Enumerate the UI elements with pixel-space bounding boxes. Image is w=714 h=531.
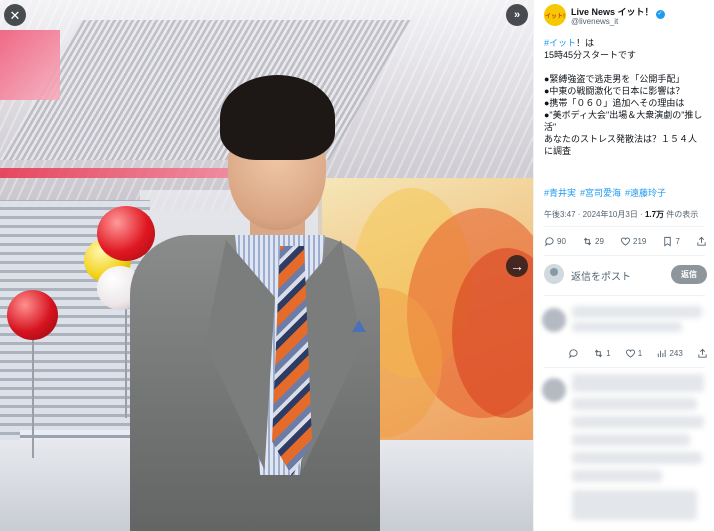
retweet-button[interactable]: 29: [582, 236, 604, 247]
tweet-text: #イット！は 15時45分スタートです ●緊縛強盗で逃走男を「公開手配」 ●中東…: [544, 37, 712, 157]
tweet-line: あなたのストレス発散法は？１５４人: [544, 134, 698, 144]
avatar[interactable]: イット!: [544, 4, 566, 26]
blurred-content: [572, 470, 662, 482]
blurred-content: [572, 434, 690, 446]
tweet-line: ●"美ボディ大会"出場＆大衆演劇の"推し: [544, 110, 703, 120]
share-button[interactable]: [697, 348, 708, 359]
blurred-content: [572, 374, 704, 392]
bookmark-icon: [664, 236, 672, 247]
tweet-line: ●携帯「０６０」追加へその理由は: [544, 98, 685, 108]
blurred-content: [572, 306, 702, 318]
reply-input[interactable]: 返信をポスト: [571, 268, 631, 283]
share-icon: [698, 348, 707, 358]
hashtag-link[interactable]: #イット: [544, 38, 576, 48]
tweet-panel: イット! Live News イット！ ✓ @livenews_it #イット！は…: [533, 0, 714, 531]
person-photo: [120, 70, 380, 531]
tweet-line: ●中東の戦闘激化で日本に影響は？: [544, 86, 685, 96]
red-balloon: [7, 290, 58, 340]
expand-panel-button[interactable]: »: [506, 4, 528, 26]
reply-icon: [569, 349, 578, 359]
like-count: 1: [637, 349, 643, 358]
heart-icon: [625, 349, 635, 358]
retweet-count: 29: [595, 237, 604, 246]
blurred-content: [572, 322, 682, 332]
share-icon: [697, 236, 706, 246]
balloon-stand: [32, 338, 34, 458]
tweet-line-gap: [544, 61, 712, 73]
user-avatar: [544, 264, 564, 284]
arrow-right-icon: →: [510, 258, 524, 274]
reply-count: 90: [557, 237, 566, 246]
share-button[interactable]: [696, 236, 707, 247]
retweet-icon: [583, 237, 592, 246]
expand-right-icon: »: [513, 8, 521, 21]
reply-submit-button[interactable]: 返信: [671, 265, 707, 284]
blurred-content: [572, 452, 702, 464]
next-image-button[interactable]: →: [506, 255, 528, 277]
reply-avatar-blurred: [542, 378, 566, 402]
blurred-content: [572, 398, 697, 410]
reply-actions: 1 1 243: [568, 348, 708, 359]
reply-compose: 返信をポスト 返信: [544, 264, 709, 286]
blurred-content: [572, 416, 704, 428]
tweet-line: 活": [544, 122, 557, 132]
tweet-author[interactable]: イット! Live News イット！ ✓ @livenews_it: [544, 4, 712, 30]
views-icon: [658, 349, 667, 358]
hashtag-link[interactable]: #遠藤玲子: [625, 188, 666, 198]
divider: [544, 226, 705, 227]
blurred-content: [572, 490, 697, 520]
media-viewer[interactable]: ✕ » →: [0, 0, 533, 531]
tweet-meta: 午後3:47 · 2024年10月3日 · 1.7万 件の表示: [544, 209, 698, 220]
hashtag-list: #青井実 #宮司愛海 #遠藤玲子: [544, 186, 670, 199]
tweet-line: ●緊縛強盗で逃走男を「公開手配」: [544, 74, 685, 84]
views-count: 243: [669, 349, 683, 358]
reply-button[interactable]: 90: [544, 236, 566, 247]
tweet-actions: 90 29 219 7: [544, 236, 707, 247]
app-root: ✕ » → イット! Live News イット！ ✓ @livenews_it …: [0, 0, 714, 531]
verified-icon: ✓: [655, 10, 665, 19]
tweet-line: に調査: [544, 146, 572, 156]
tweet-timestamp[interactable]: 午後3:47 · 2024年10月3日 ·: [544, 210, 645, 219]
tweet-line-text: ！は: [576, 38, 595, 48]
retweet-button[interactable]: 1: [593, 348, 611, 359]
divider: [544, 367, 705, 368]
divider: [544, 295, 705, 296]
reply-avatar-blurred: [542, 308, 566, 332]
reply-icon: [545, 237, 554, 247]
like-button[interactable]: 219: [620, 236, 646, 247]
author-handle[interactable]: @livenews_it: [571, 17, 618, 26]
tweet-line: 15時45分スタートです: [544, 50, 637, 60]
view-count: 1.7万: [644, 210, 665, 219]
retweet-icon: [595, 349, 603, 358]
tweet-line: #イット！は: [544, 37, 712, 49]
bookmark-count: 7: [675, 237, 680, 246]
hair: [220, 75, 335, 160]
close-button[interactable]: ✕: [4, 4, 26, 26]
close-icon: ✕: [9, 7, 21, 23]
author-name-text: Live News イット！: [571, 7, 654, 17]
avatar-text: イット!: [545, 13, 565, 20]
hashtag-link[interactable]: #青井実: [544, 188, 576, 198]
pink-light: [0, 30, 60, 100]
reply-button[interactable]: [568, 348, 579, 359]
like-button[interactable]: 1: [625, 348, 642, 359]
heart-icon: [620, 237, 631, 246]
like-count: 219: [633, 237, 647, 246]
divider: [544, 255, 705, 256]
retweet-count: 1: [606, 349, 611, 358]
bookmark-button[interactable]: 7: [662, 236, 680, 247]
hashtag-link[interactable]: #宮司愛海: [580, 188, 621, 198]
views-button[interactable]: 243: [656, 348, 683, 359]
view-count-suffix: 件の表示: [664, 210, 699, 219]
